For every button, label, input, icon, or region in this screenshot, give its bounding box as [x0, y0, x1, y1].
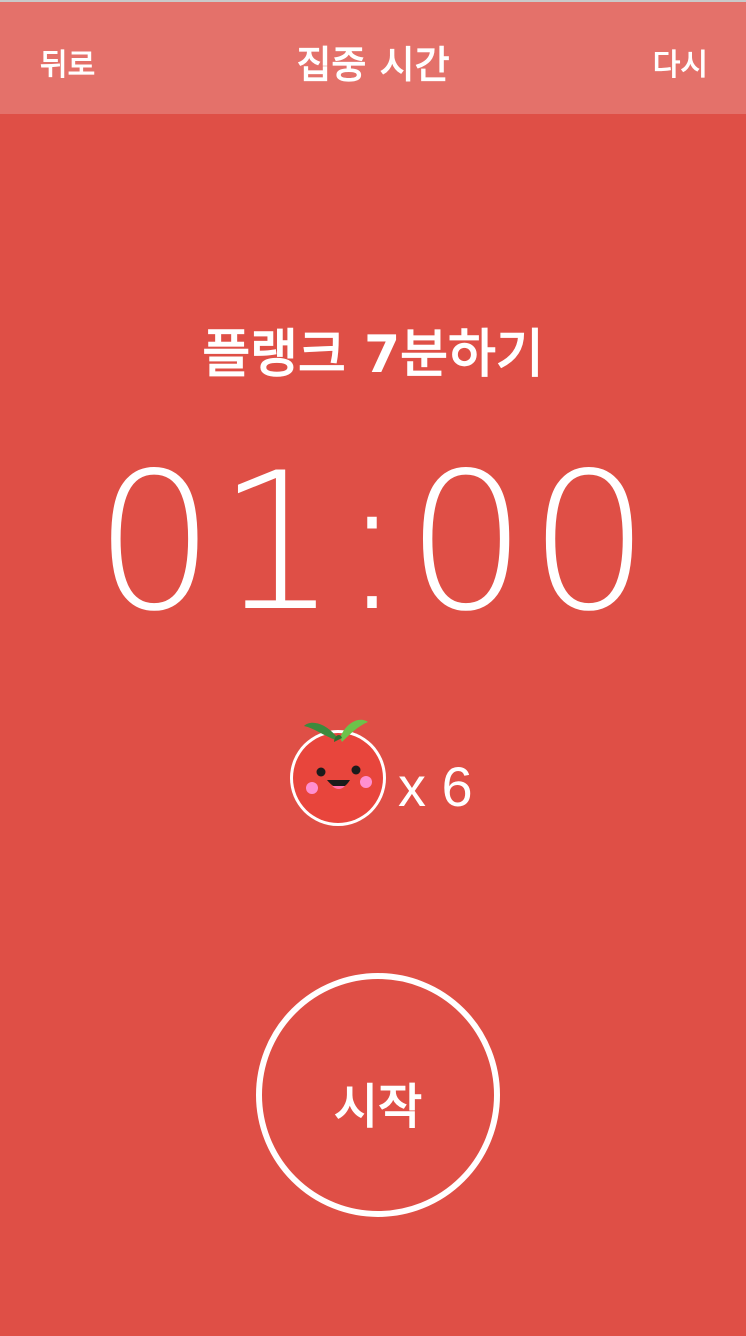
- task-title: 플랭크 7분하기: [202, 325, 544, 385]
- reset-button[interactable]: 다시: [653, 40, 708, 84]
- pomodoro-count: x 6: [0, 712, 746, 832]
- pomodoro-count-label: x 6: [398, 755, 473, 818]
- tomato-icon: [290, 719, 386, 826]
- start-button[interactable]: 시작: [256, 973, 500, 1217]
- page-title: 집중 시간: [296, 43, 450, 87]
- timer-display: 01:00: [94, 432, 652, 653]
- start-button-label: 시작: [333, 1079, 423, 1135]
- header-bar: 뒤로 집중 시간 다시: [0, 2, 746, 114]
